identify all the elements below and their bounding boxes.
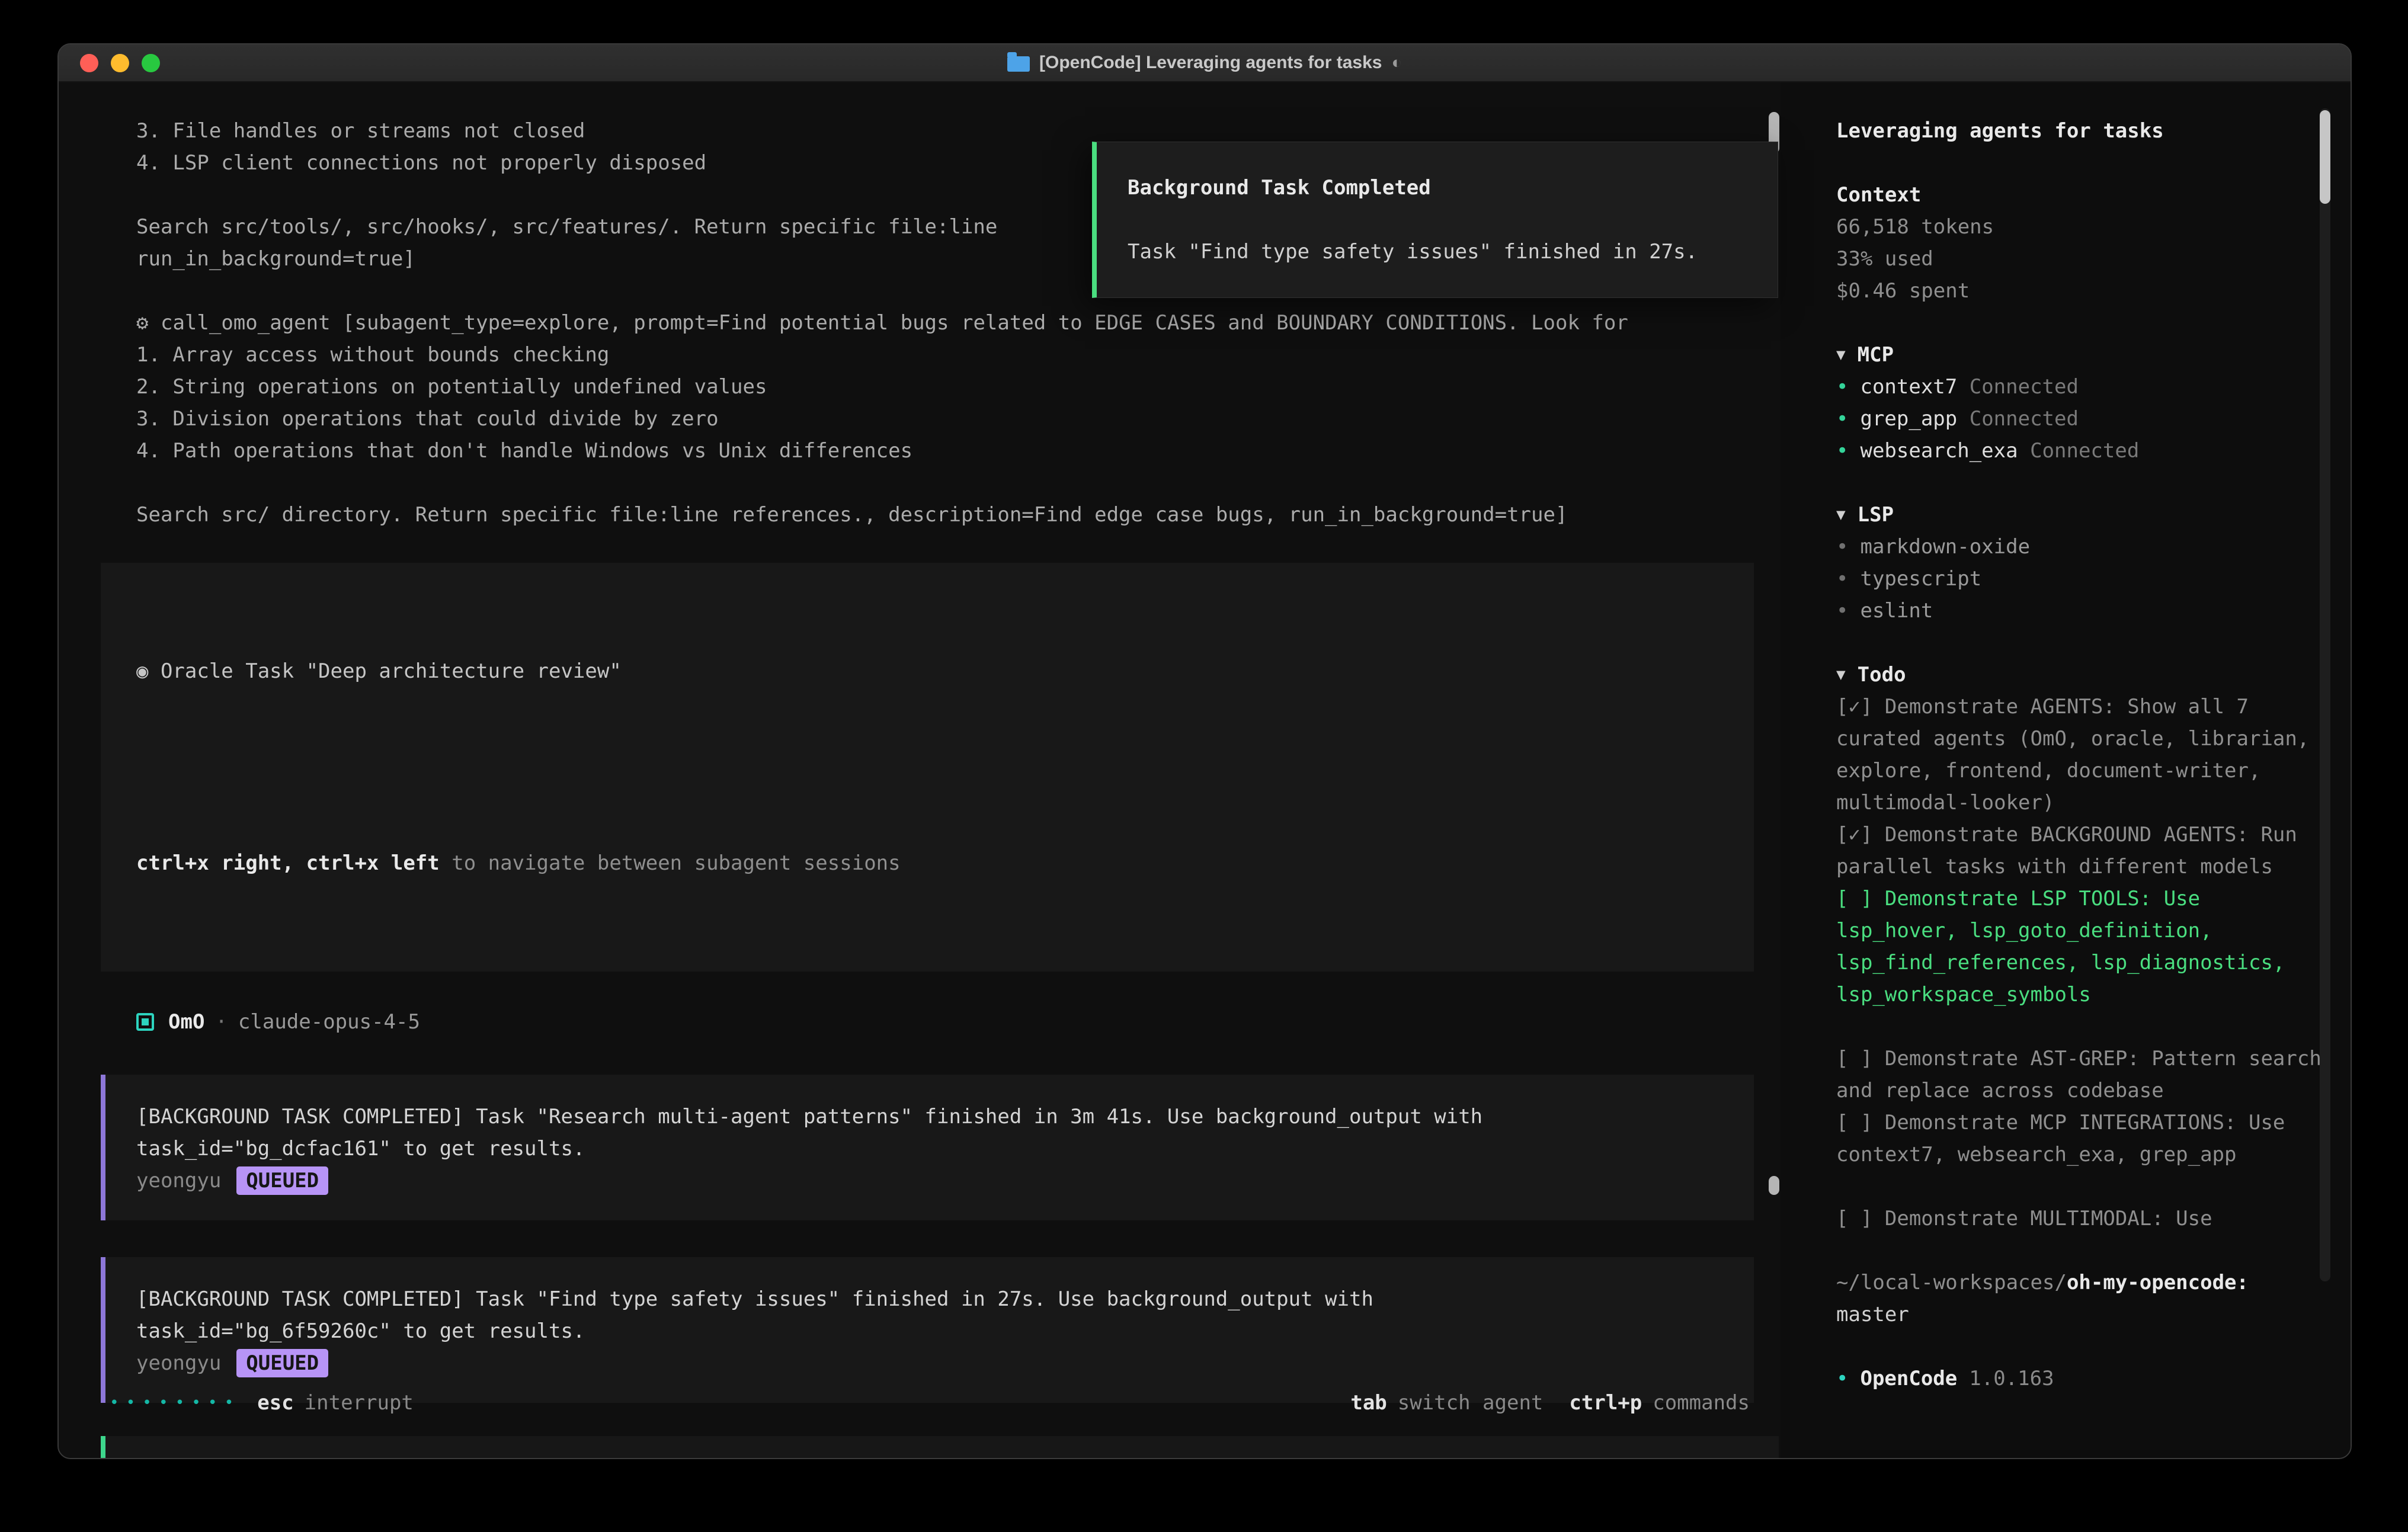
lsp-item: •markdown-oxide bbox=[1836, 531, 2323, 563]
half-circle-icon: ◐ bbox=[1391, 53, 1402, 73]
scrollbar-thumb[interactable] bbox=[1769, 1176, 1779, 1195]
message-line: task_id="bg_6f59260c" to get results. bbox=[136, 1315, 1723, 1347]
status-badge: QUEUED bbox=[236, 1166, 328, 1195]
mcp-item: •context7 Connected bbox=[1836, 371, 2323, 403]
toast-body: Task "Find type safety issues" finished … bbox=[1128, 236, 1754, 268]
window-title: [OpenCode] Leveraging agents for tasks bbox=[1039, 53, 1382, 73]
bullet-icon: • bbox=[1836, 1363, 1848, 1395]
record-dot-icon: ◉ bbox=[136, 659, 148, 683]
todo-section-heading[interactable]: ▼ Todo bbox=[1836, 659, 2323, 691]
gear-icon: ⚙ bbox=[136, 311, 148, 335]
oracle-task-panel: ◉ Oracle Task "Deep architecture review"… bbox=[101, 563, 1754, 972]
todo-item-pending: [ ] Demonstrate MULTIMODAL: Use bbox=[1836, 1203, 2323, 1235]
checkbox-checked: [✓] bbox=[1836, 823, 1872, 847]
message-line: [BACKGROUND TASK COMPLETED] Task "Resear… bbox=[136, 1101, 1723, 1133]
window-title-group: [OpenCode] Leveraging agents for tasks ◐ bbox=[1007, 53, 1402, 73]
todo-item-pending: [ ] Demonstrate MCP INTEGRATIONS: Use co… bbox=[1836, 1107, 2323, 1171]
message-meta: yeongyu QUEUED bbox=[136, 1165, 1723, 1197]
keybind-hint: ctrl+x right, ctrl+x left bbox=[136, 851, 440, 875]
oracle-task-title: ◉ Oracle Task "Deep architecture review" bbox=[136, 655, 1723, 687]
status-badge: QUEUED bbox=[236, 1349, 328, 1377]
oracle-task-hint: ctrl+x right, ctrl+x left to navigate be… bbox=[136, 847, 1723, 879]
app-version: • OpenCode 1.0.163 bbox=[1836, 1363, 2323, 1395]
session-title: Leveraging agents for tasks bbox=[1836, 115, 2323, 147]
bullet-icon: • bbox=[1836, 599, 1848, 623]
status-dot-icon: • bbox=[1836, 439, 1848, 463]
tool-call-item: 4. Path operations that don't handle Win… bbox=[136, 435, 1751, 467]
mcp-item: •websearch_exa Connected bbox=[1836, 435, 2323, 467]
agent-header: OmO · claude-opus-4-5 bbox=[136, 1006, 1781, 1038]
scrollbar-track[interactable] bbox=[2320, 108, 2330, 1281]
traffic-lights bbox=[80, 44, 160, 81]
checkbox-empty: [ ] bbox=[1836, 887, 1872, 911]
message-author: yeongyu bbox=[136, 1347, 221, 1379]
agent-square-icon bbox=[136, 1013, 154, 1031]
terminal-pane: 3. File handles or streams not closed 4.… bbox=[59, 82, 1781, 1458]
tool-call-line: ⚙ call_omo_agent [subagent_type=explore,… bbox=[136, 307, 1751, 339]
chevron-down-icon: ▼ bbox=[1836, 659, 1846, 691]
message-line: task_id="bg_dcfac161" to get results. bbox=[136, 1133, 1723, 1165]
status-bar: •••••••• esc interrupt tab switch agent … bbox=[110, 1387, 1750, 1419]
tool-call-item: 3. Division operations that could divide… bbox=[136, 403, 1751, 435]
background-task-message: [BACKGROUND TASK COMPLETED] Task "Resear… bbox=[101, 1075, 1754, 1220]
prompt-input[interactable]: OmO Opus 4.5 Anthropic bbox=[101, 1436, 1779, 1459]
todo-item-pending: [ ] Demonstrate AST-GREP: Pattern search… bbox=[1836, 1043, 2323, 1107]
bullet-icon: • bbox=[1836, 567, 1848, 591]
message-meta: yeongyu QUEUED bbox=[136, 1347, 1723, 1379]
agent-name: OmO bbox=[168, 1006, 204, 1038]
checkbox-empty: [ ] bbox=[1836, 1207, 1872, 1230]
message-author: yeongyu bbox=[136, 1165, 221, 1197]
context-used: 33% used bbox=[1836, 243, 2323, 275]
tool-call-text: call_omo_agent [subagent_type=explore, p… bbox=[161, 311, 1628, 335]
mcp-item: •grep_app Connected bbox=[1836, 403, 2323, 435]
scrollbar-thumb[interactable] bbox=[2320, 110, 2330, 204]
toast-notification: Background Task Completed Task "Find typ… bbox=[1092, 142, 1778, 298]
agent-model: claude-opus-4-5 bbox=[238, 1006, 420, 1038]
workspace-path: ~/local-workspaces/oh-my-opencode: maste… bbox=[1836, 1267, 2323, 1331]
checkbox-empty: [ ] bbox=[1836, 1111, 1872, 1134]
tool-call-item: 2. String operations on potentially unde… bbox=[136, 371, 1751, 403]
message-line: [BACKGROUND TASK COMPLETED] Task "Find t… bbox=[136, 1283, 1723, 1315]
context-tokens: 66,518 tokens bbox=[1836, 211, 2323, 243]
lsp-item: •typescript bbox=[1836, 563, 2323, 595]
close-button[interactable] bbox=[80, 54, 98, 72]
toast-title: Background Task Completed bbox=[1128, 172, 1754, 204]
chevron-down-icon: ▼ bbox=[1836, 499, 1846, 531]
tab-hint: tab switch agent bbox=[1350, 1387, 1543, 1419]
checkbox-empty: [ ] bbox=[1836, 1047, 1872, 1071]
status-dot-icon: • bbox=[1836, 375, 1848, 399]
tool-call-item: 1. Array access without bounds checking bbox=[136, 339, 1751, 371]
session-sidebar: Leveraging agents for tasks Context 66,5… bbox=[1781, 82, 2351, 1458]
titlebar[interactable]: [OpenCode] Leveraging agents for tasks ◐ bbox=[59, 44, 2351, 82]
commands-hint: ctrl+p commands bbox=[1569, 1387, 1750, 1419]
folder-icon bbox=[1007, 56, 1030, 72]
context-spent: $0.46 spent bbox=[1836, 275, 2323, 307]
lsp-item: •eslint bbox=[1836, 595, 2323, 627]
lsp-section-heading[interactable]: ▼ LSP bbox=[1836, 499, 2323, 531]
status-dot-icon: • bbox=[1836, 407, 1848, 431]
esc-hint: esc interrupt bbox=[257, 1387, 414, 1419]
spinner-dots: •••••••• bbox=[110, 1387, 241, 1419]
separator-dot: · bbox=[215, 1006, 227, 1038]
chevron-down-icon: ▼ bbox=[1836, 339, 1846, 371]
minimize-button[interactable] bbox=[111, 54, 129, 72]
context-heading: Context bbox=[1836, 179, 2323, 211]
background-task-message: [BACKGROUND TASK COMPLETED] Task "Find t… bbox=[101, 1257, 1754, 1403]
opencode-window: [OpenCode] Leveraging agents for tasks ◐… bbox=[57, 43, 2352, 1459]
bullet-icon: • bbox=[1836, 535, 1848, 559]
todo-item-active: [ ] Demonstrate LSP TOOLS: Use lsp_hover… bbox=[1836, 883, 2323, 1011]
todo-item-done: [✓] Demonstrate AGENTS: Show all 7 curat… bbox=[1836, 691, 2323, 819]
tool-call-tail: Search src/ directory. Return specific f… bbox=[136, 499, 1751, 531]
mcp-section-heading[interactable]: ▼ MCP bbox=[1836, 339, 2323, 371]
todo-item-done: [✓] Demonstrate BACKGROUND AGENTS: Run p… bbox=[1836, 819, 2323, 883]
zoom-button[interactable] bbox=[142, 54, 160, 72]
checkbox-checked: [✓] bbox=[1836, 695, 1872, 719]
